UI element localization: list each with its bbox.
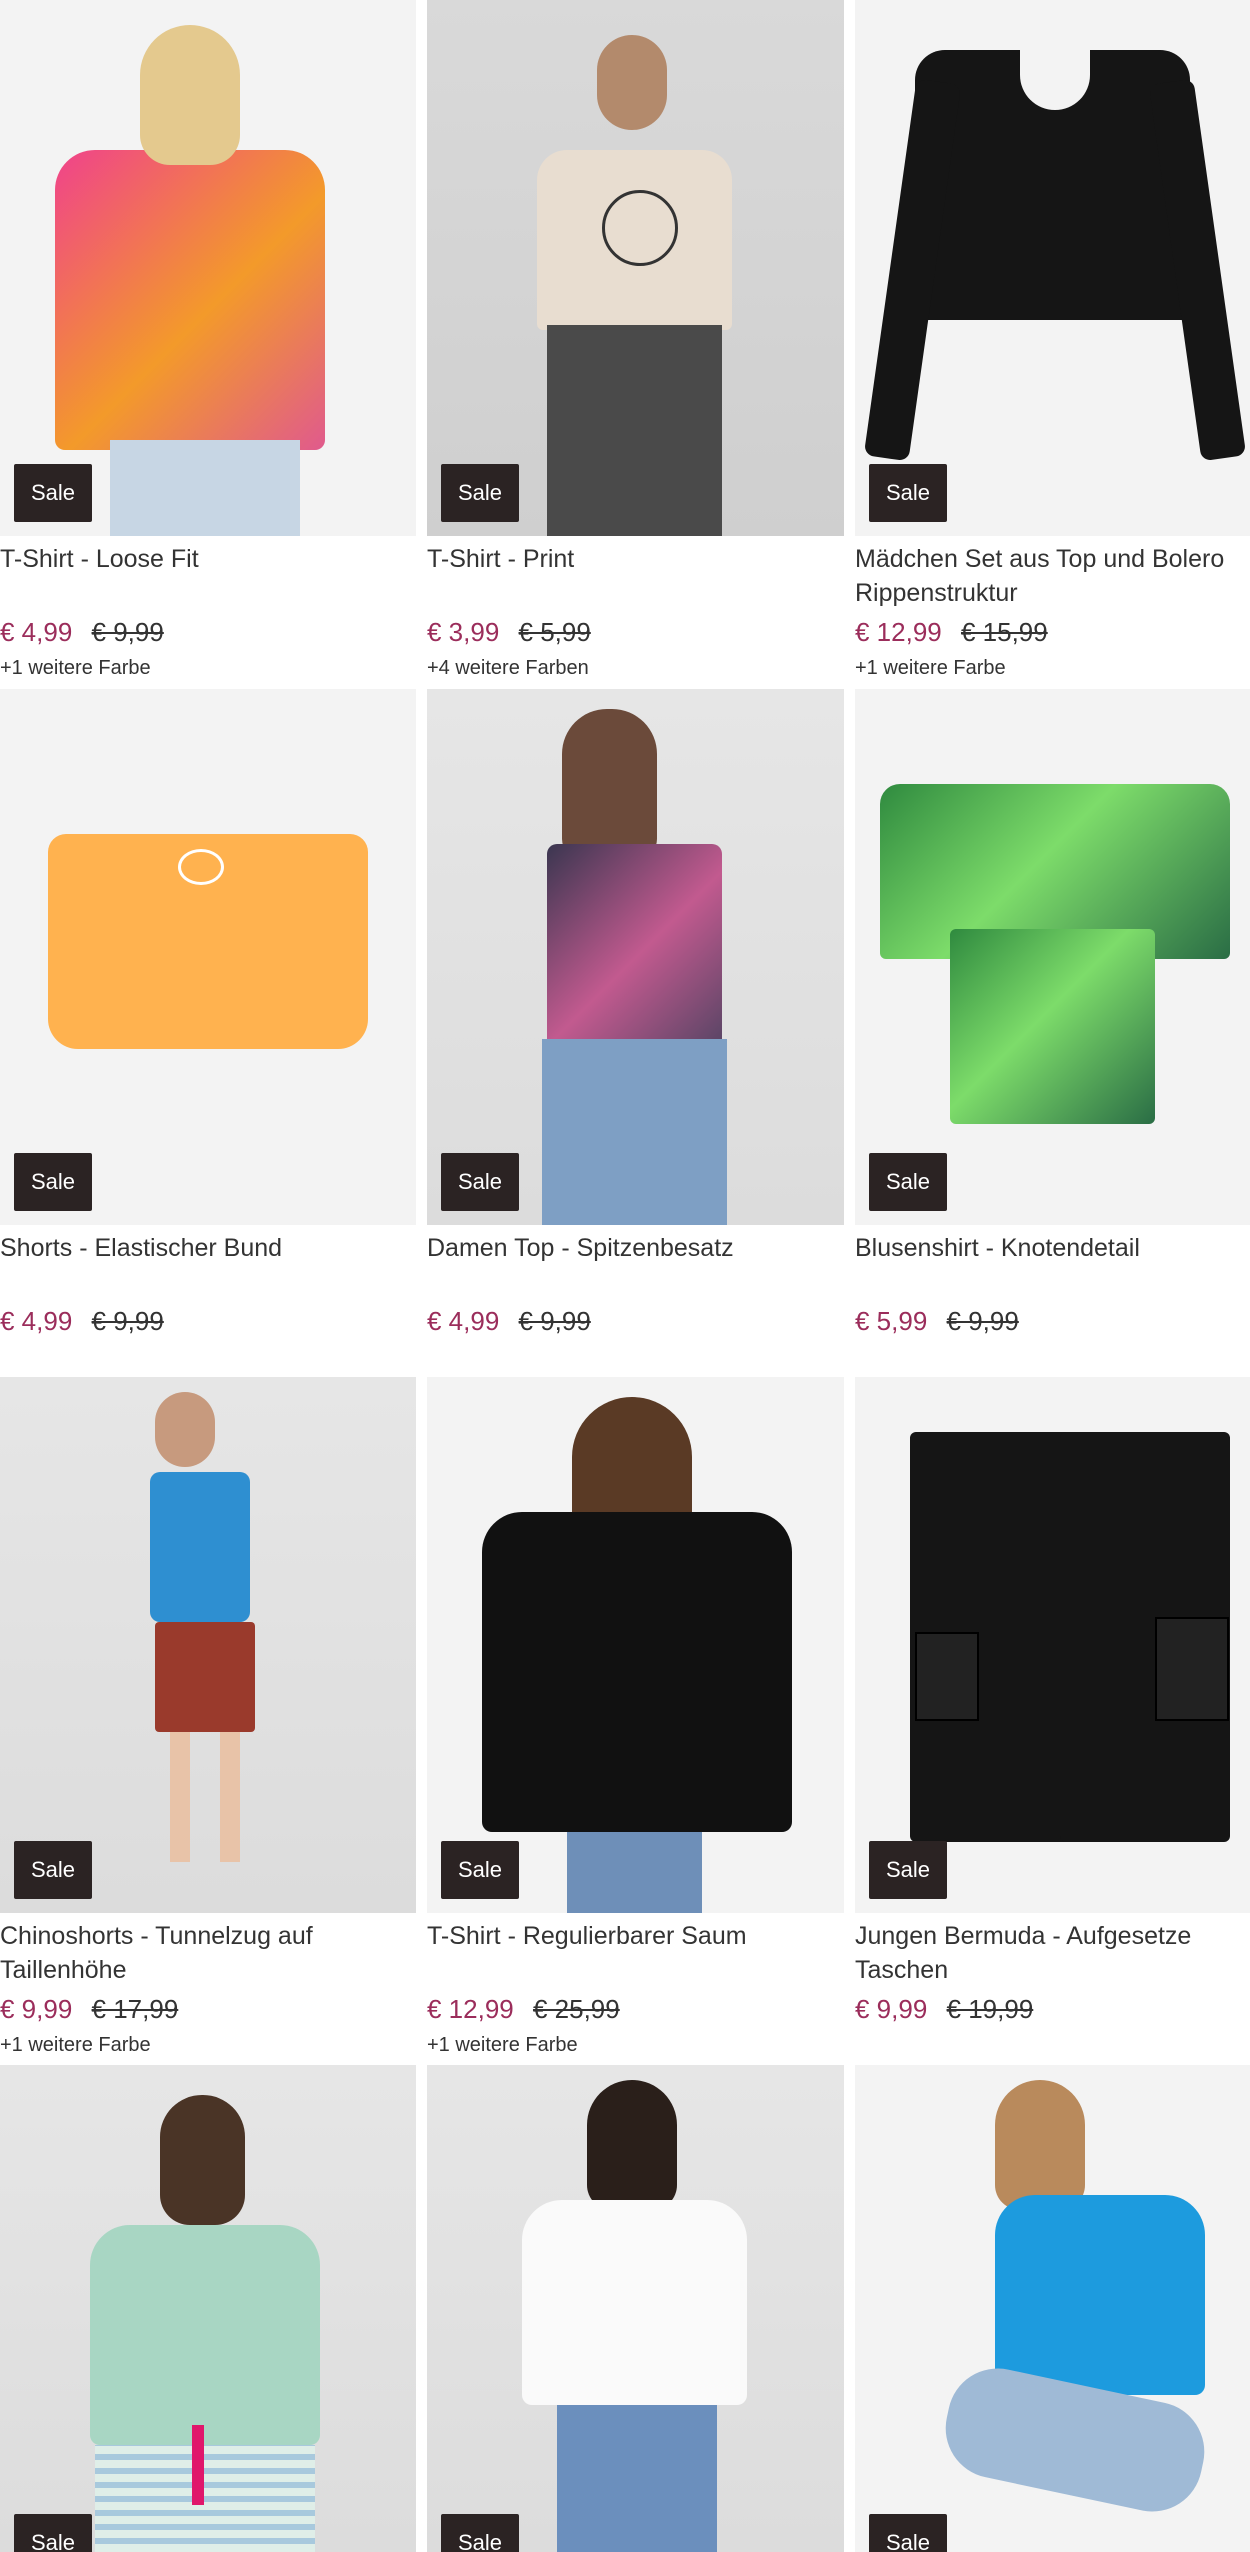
product-title[interactable]: Jungen Bermuda - Aufgesetze Taschen	[855, 1919, 1250, 1987]
sale-price: € 12,99	[427, 1994, 514, 2024]
sale-price: € 5,99	[855, 1306, 928, 1336]
original-price: € 9,99	[946, 1306, 1019, 1336]
product-grid: Sale T-Shirt - Loose Fit € 4,99 € 9,99 +…	[0, 0, 1250, 2552]
product-image[interactable]: Sale	[0, 0, 416, 536]
price-row: € 12,99 € 25,99	[427, 1989, 620, 2029]
sale-badge: Sale	[441, 1841, 519, 1899]
sale-badge: Sale	[441, 464, 519, 522]
color-variants[interactable]: +1 weitere Farbe	[0, 656, 151, 680]
sale-price: € 9,99	[0, 1994, 73, 2024]
product-image[interactable]: Sale	[855, 2065, 1250, 2552]
price-row: € 4,99 € 9,99	[427, 1301, 591, 1341]
sale-badge: Sale	[14, 1841, 92, 1899]
product-image[interactable]: Sale	[855, 689, 1250, 1225]
sale-price: € 9,99	[855, 1994, 928, 2024]
original-price: € 15,99	[960, 617, 1048, 647]
sale-badge: Sale	[14, 2514, 92, 2552]
product-image[interactable]: Sale	[427, 0, 844, 536]
color-variants[interactable]: +1 weitere Farbe	[0, 2033, 151, 2057]
sale-badge: Sale	[869, 1841, 947, 1899]
price-row: € 4,99 € 9,99	[0, 1301, 164, 1341]
price-row: € 9,99 € 17,99	[0, 1989, 178, 2029]
product-image[interactable]: Sale	[427, 689, 844, 1225]
color-variants[interactable]: +1 weitere Farbe	[855, 656, 1006, 680]
product-image[interactable]: Sale	[0, 1377, 416, 1913]
original-price: € 9,99	[91, 617, 164, 647]
sale-badge: Sale	[14, 464, 92, 522]
product-title[interactable]: T-Shirt - Regulierbarer Saum	[427, 1919, 844, 1953]
sale-badge: Sale	[14, 1153, 92, 1211]
product-title[interactable]: Damen Top - Spitzenbesatz	[427, 1231, 844, 1265]
color-variants[interactable]: +4 weitere Farben	[427, 656, 589, 680]
product-image[interactable]: Sale	[0, 689, 416, 1225]
product-image[interactable]: Sale	[0, 2065, 416, 2552]
price-row: € 4,99 € 9,99	[0, 612, 164, 652]
product-title[interactable]: Mädchen Set aus Top und Bolero Rippenstr…	[855, 542, 1250, 610]
product-title[interactable]: Chinoshorts - Tunnelzug auf Taillenhöhe	[0, 1919, 416, 1987]
price-row: € 3,99 € 5,99	[427, 612, 591, 652]
original-price: € 9,99	[518, 1306, 591, 1336]
product-image[interactable]: Sale	[855, 0, 1250, 536]
price-row: € 5,99 € 9,99	[855, 1301, 1019, 1341]
product-image[interactable]: Sale	[427, 1377, 844, 1913]
sale-price: € 12,99	[855, 617, 942, 647]
color-variants[interactable]: +1 weitere Farbe	[427, 2033, 578, 2057]
product-image[interactable]: Sale	[855, 1377, 1250, 1913]
sale-price: € 4,99	[0, 617, 73, 647]
sale-badge: Sale	[869, 2514, 947, 2552]
sale-badge: Sale	[869, 464, 947, 522]
price-row: € 9,99 € 19,99	[855, 1989, 1033, 2029]
sale-price: € 4,99	[0, 1306, 73, 1336]
price-row: € 12,99 € 15,99	[855, 612, 1048, 652]
sale-badge: Sale	[869, 1153, 947, 1211]
original-price: € 17,99	[91, 1994, 179, 2024]
product-title[interactable]: Blusenshirt - Knotendetail	[855, 1231, 1250, 1265]
sale-badge: Sale	[441, 1153, 519, 1211]
original-price: € 5,99	[518, 617, 591, 647]
product-title[interactable]: Shorts - Elastischer Bund	[0, 1231, 416, 1265]
sale-badge: Sale	[441, 2514, 519, 2552]
original-price: € 9,99	[91, 1306, 164, 1336]
original-price: € 19,99	[946, 1994, 1034, 2024]
original-price: € 25,99	[532, 1994, 620, 2024]
sale-price: € 4,99	[427, 1306, 500, 1336]
product-title[interactable]: T-Shirt - Print	[427, 542, 844, 576]
sale-price: € 3,99	[427, 617, 500, 647]
product-image[interactable]: Sale	[427, 2065, 844, 2552]
product-title[interactable]: T-Shirt - Loose Fit	[0, 542, 416, 576]
